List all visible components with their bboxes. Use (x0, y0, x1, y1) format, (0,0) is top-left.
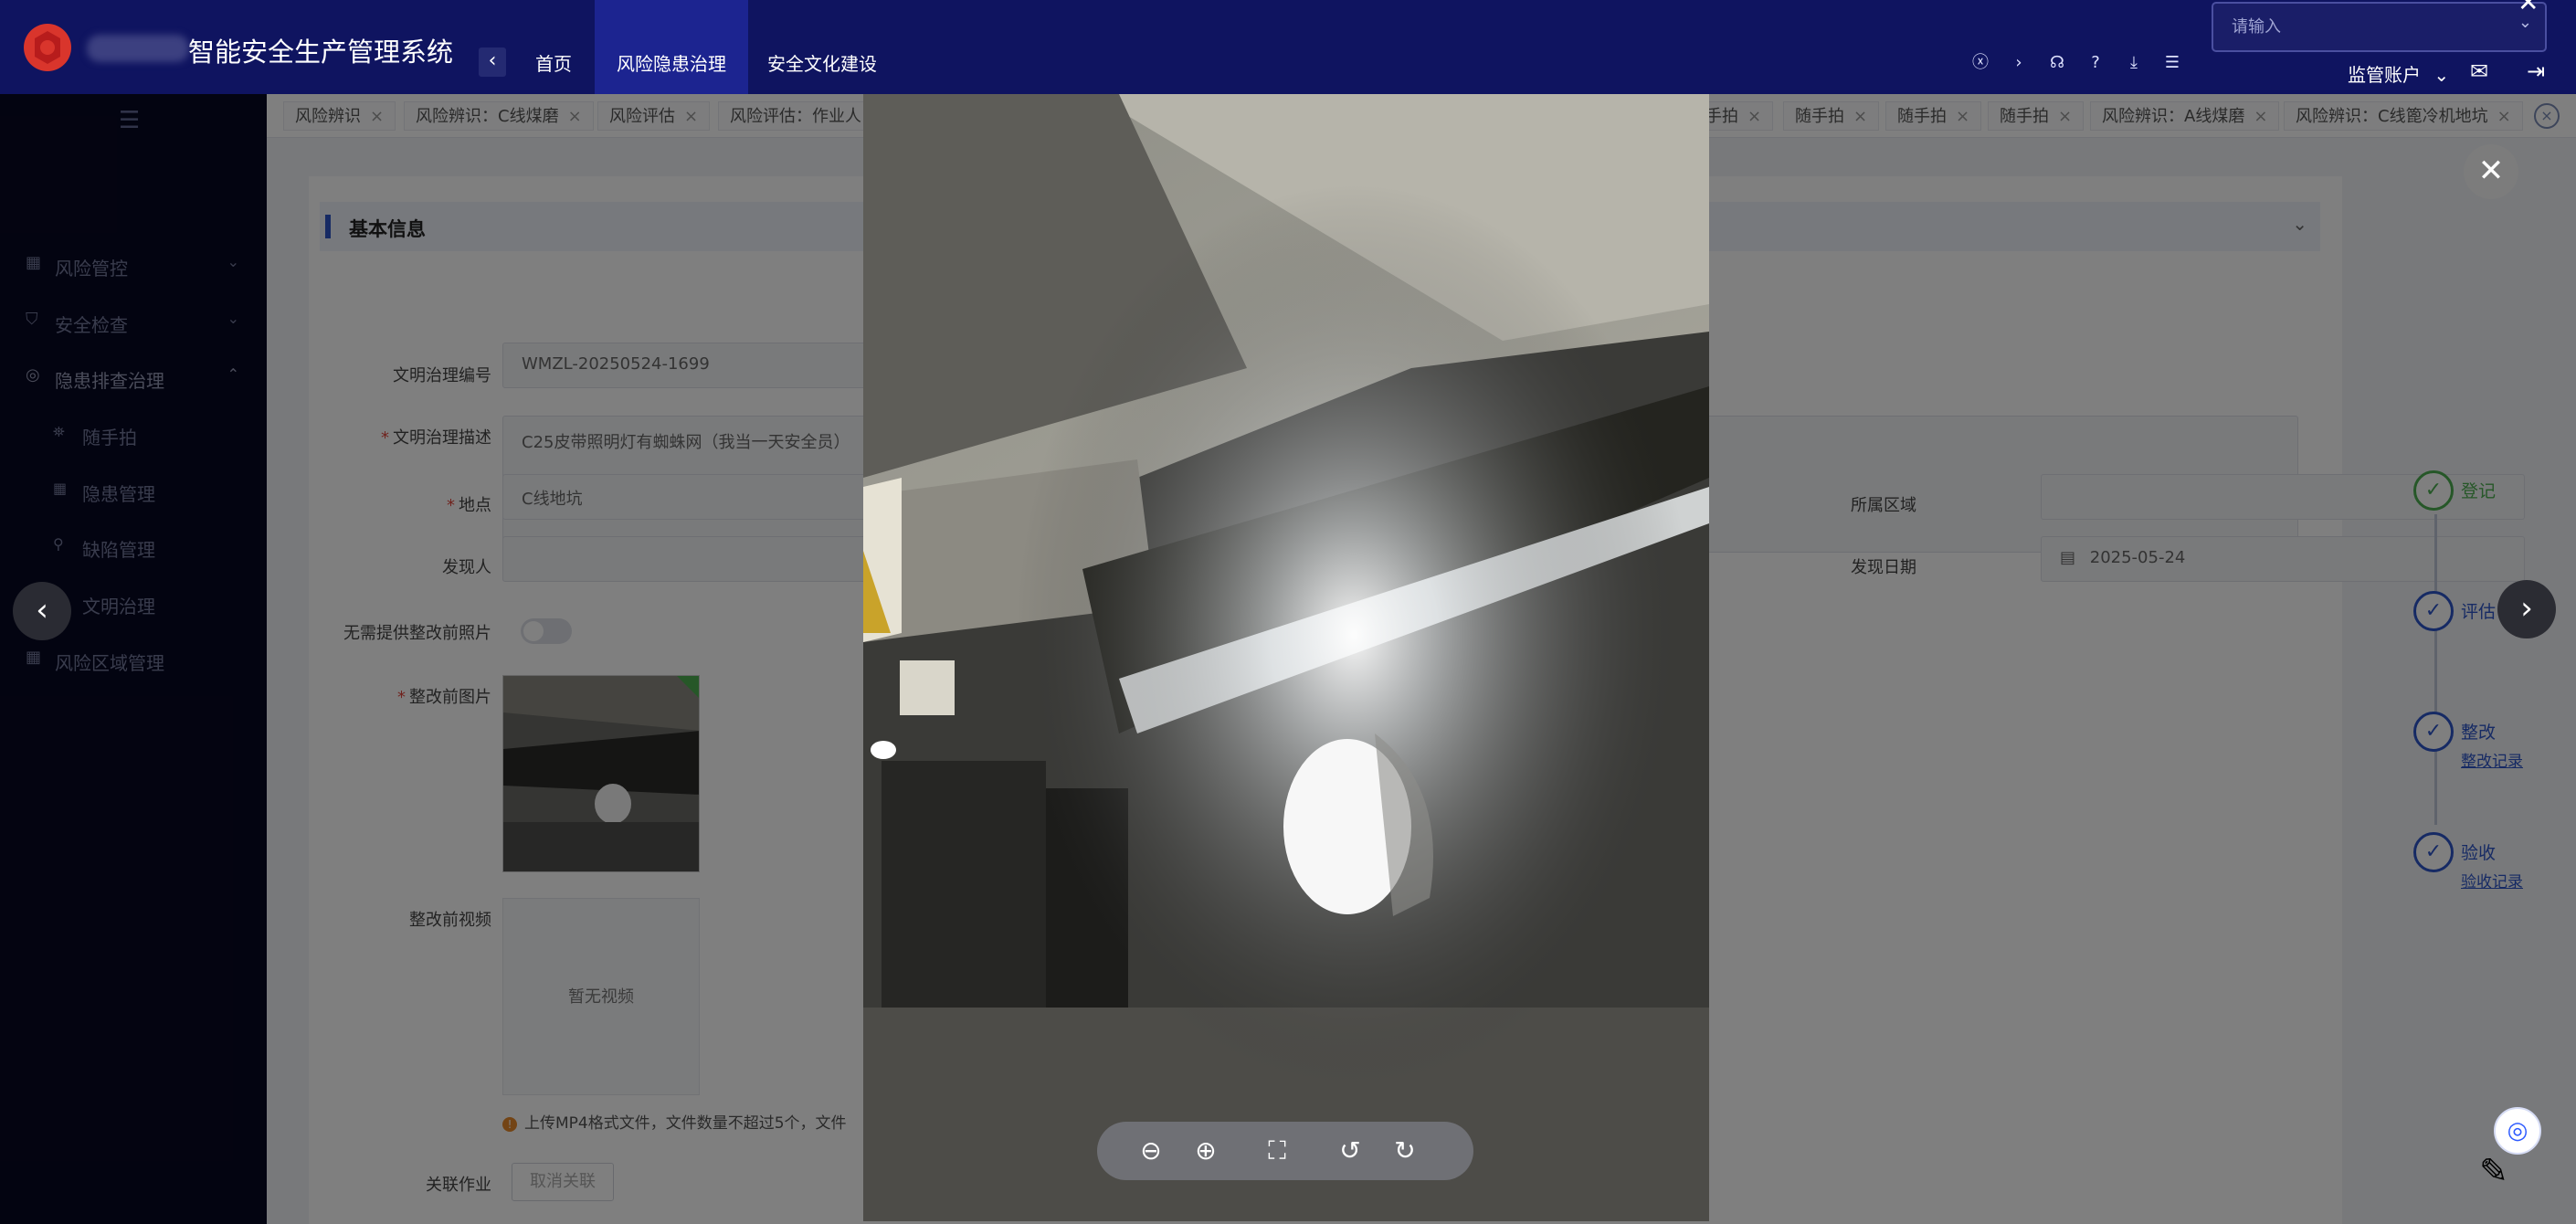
viewer-next-button[interactable]: › (2497, 580, 2556, 638)
viewer-prev-button[interactable]: ‹ (13, 582, 71, 640)
zoom-in-icon[interactable]: ⊕ (1188, 1134, 1223, 1167)
top-search-input[interactable] (2213, 4, 2487, 49)
nav-tab-safety-culture[interactable]: 安全文化建设 (758, 0, 886, 94)
chevron-down-icon: ⌄ (2433, 64, 2450, 86)
logout-icon[interactable]: ⇥ (2527, 58, 2545, 84)
viewer-close-button[interactable]: ✕ (2464, 144, 2518, 199)
photo-underground-lamp (863, 94, 1709, 1221)
preview-image (863, 94, 1709, 1221)
top-header: 智能安全生产管理系统 ‹ 首页 风险隐患治理 安全文化建设 ⓧ › ☊ ? ⤓ … (0, 0, 2576, 94)
account-label: 监管账户 (2348, 64, 2421, 86)
help-icon[interactable]: ? (2083, 50, 2108, 76)
close-icon[interactable]: ✕ (2518, 0, 2539, 17)
app-title: 智能安全生产管理系统 (188, 37, 454, 68)
rotate-left-icon[interactable]: ↺ (1333, 1134, 1367, 1167)
close-circle-icon[interactable]: ⓧ (1968, 50, 1993, 76)
settings-sliders-icon[interactable]: ☰ (2159, 50, 2185, 76)
fullscreen-icon[interactable]: ⛶ (1260, 1134, 1294, 1167)
company-name-redacted (87, 35, 189, 62)
zoom-out-icon[interactable]: ⊖ (1134, 1134, 1168, 1167)
nav-tab-risk-hazard[interactable]: 风险隐患治理 (595, 0, 748, 94)
nav-back-button[interactable]: ‹ (479, 47, 506, 77)
mail-icon[interactable]: ✉ (2470, 58, 2488, 84)
chevron-right-icon[interactable]: › (2006, 50, 2032, 76)
nav-tab-home[interactable]: 首页 (521, 0, 586, 94)
assistant-chat-icon[interactable]: ◎ (2494, 1107, 2541, 1155)
headset-icon[interactable]: ☊ (2044, 50, 2070, 76)
company-logo-icon (24, 24, 71, 71)
account-menu[interactable]: 监管账户 ⌄ (2348, 60, 2449, 87)
download-icon[interactable]: ⤓ (2121, 50, 2147, 76)
viewer-toolbar: ⊖ ⊕ ⛶ ↺ ↻ (1097, 1122, 1473, 1180)
rotate-right-icon[interactable]: ↻ (1388, 1134, 1422, 1167)
top-search-select[interactable]: ⌄ (2212, 2, 2547, 52)
edit-icon[interactable]: ✎ (2479, 1151, 2508, 1191)
